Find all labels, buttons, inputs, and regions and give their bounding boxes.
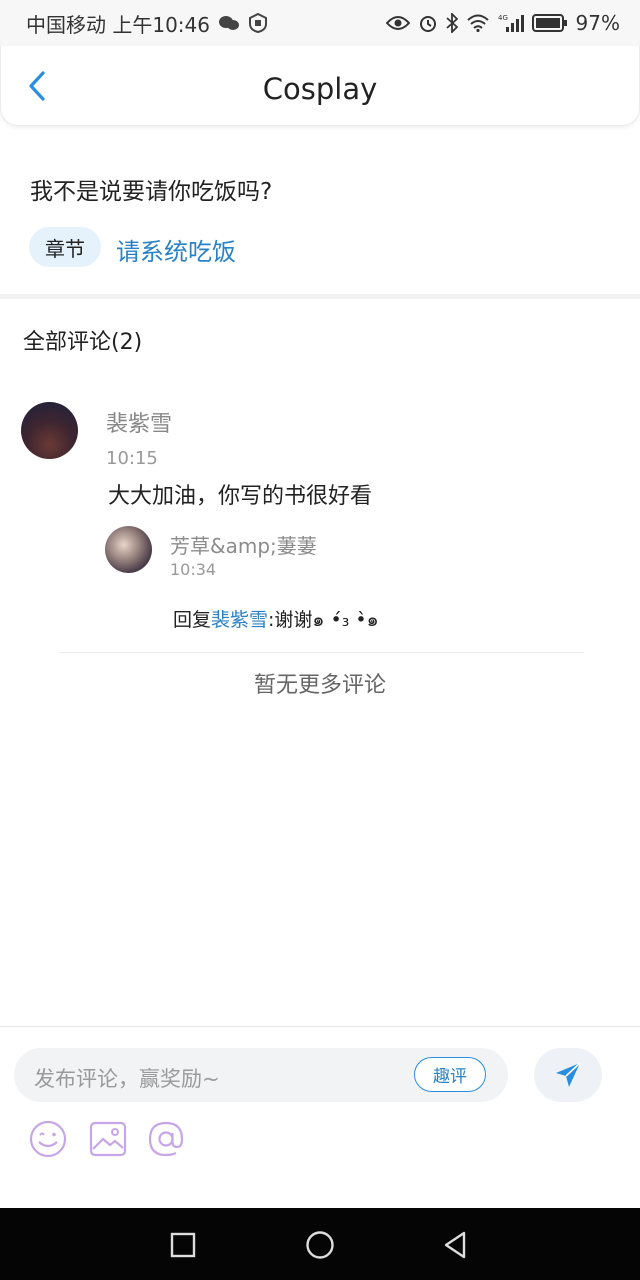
battery-percent: 97% [575,11,620,35]
comments-count-heading: 全部评论(2) [23,330,143,355]
reply-target[interactable]: 裴紫雪 [211,609,268,631]
reply-time: 10:34 [170,560,217,579]
comment-input[interactable]: 发布评论，赢奖励~ 趣评 [14,1048,508,1102]
circle-icon [306,1231,334,1259]
emoji-icon [29,1120,67,1158]
eye-icon [385,15,410,31]
triangle-back-icon [444,1231,466,1259]
chapter-link[interactable]: 请系统吃饭 [116,232,236,267]
chapter-section: 我不是说要请你吃饭吗? 章节 请系统吃饭 [0,126,640,294]
reply-avatar[interactable] [105,526,152,573]
bluetooth-icon [445,13,458,33]
emoji-button[interactable] [28,1119,68,1159]
svg-text:4G: 4G [498,14,508,22]
reply-text[interactable]: 回复裴紫雪:谢谢๑ •́₃ •̀๑ [173,605,379,635]
alarm-icon [418,13,438,33]
battery-icon [531,14,568,32]
image-icon [89,1121,127,1157]
page-title: Cosplay [262,72,378,106]
send-icon [556,1062,581,1087]
fun-comment-button[interactable]: 趣评 [414,1057,486,1092]
divider [58,652,584,653]
chapter-question: 我不是说要请你吃饭吗? [30,179,273,205]
wifi-icon [466,14,490,32]
chapter-tag: 章节 [29,227,101,267]
reply-body: :谢谢๑ •́₃ •̀๑ [268,609,379,631]
recents-button[interactable] [166,1228,200,1262]
comment-time: 10:15 [106,448,158,469]
back-nav-button[interactable] [438,1228,472,1262]
avatar[interactable] [21,402,78,459]
comment-placeholder: 发布评论，赢奖励~ [34,1067,220,1091]
shield-icon [248,13,268,33]
reply-author[interactable]: 芳草&amp;萋萋 [170,530,317,559]
comment-author[interactable]: 裴紫雪 [106,406,172,438]
carrier-time: 中国移动 上午10:46 [26,12,210,37]
status-bar: 中国移动 上午10:46 4G 97% [0,0,640,46]
signal-icon: 4G [498,13,524,33]
system-nav-bar [0,1208,640,1280]
mention-button[interactable] [146,1119,186,1159]
comment-composer: 发布评论，赢奖励~ 趣评 [0,1026,640,1208]
comment-text[interactable]: 大大加油，你写的书很好看 [108,478,372,510]
image-button[interactable] [88,1119,128,1159]
wechat-icon [218,14,240,32]
home-button[interactable] [303,1228,337,1262]
top-app-bar: Cosplay [0,46,640,126]
section-divider [0,294,640,299]
at-icon [148,1121,184,1157]
square-icon [170,1232,196,1258]
reply-prefix: 回复 [173,609,212,631]
no-more-comments: 暂无更多评论 [253,673,386,698]
send-button[interactable] [534,1048,602,1102]
